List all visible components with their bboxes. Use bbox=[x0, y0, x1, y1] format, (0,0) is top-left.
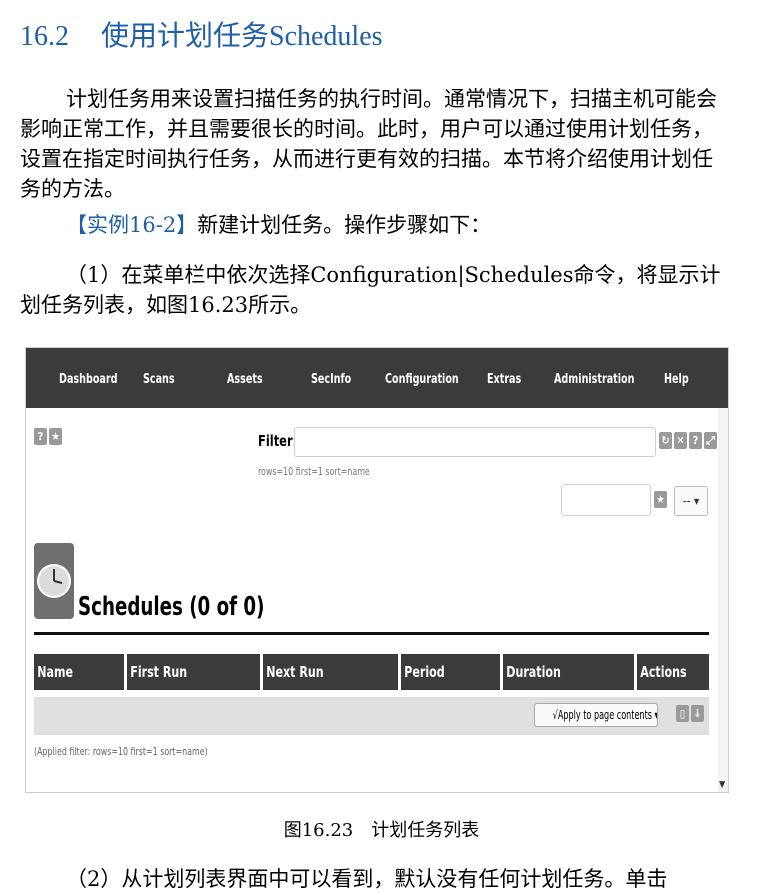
applied-filter-text: (Applied filter: rows=10 first=1 sort=na… bbox=[34, 745, 208, 758]
section-title: 使用计划任务Schedules bbox=[101, 21, 383, 52]
title-rule bbox=[34, 632, 709, 635]
scroll-down-icon[interactable]: ▼ bbox=[719, 780, 725, 790]
col-first-run[interactable]: First Run bbox=[127, 654, 260, 690]
col-duration[interactable]: Duration bbox=[503, 654, 634, 690]
intro-paragraph: 计划任务用来设置扫描任务的执行时间。通常情况下，扫描主机可能会影响正常工作，并且… bbox=[20, 87, 717, 201]
nav-help[interactable]: Help bbox=[664, 348, 689, 408]
help-icon[interactable]: ? bbox=[34, 428, 47, 445]
apply-to-page-select[interactable]: √Apply to page contents ▾ bbox=[534, 703, 658, 727]
new-star-icon[interactable]: ★ bbox=[49, 428, 62, 445]
filter-input[interactable] bbox=[294, 427, 656, 457]
schedules-screenshot: Dashboard Scans Assets SecInfo Configura… bbox=[25, 347, 729, 793]
save-filter-star-icon[interactable]: ★ bbox=[654, 491, 667, 508]
nav-administration[interactable]: Administration bbox=[554, 348, 634, 408]
example-line: 【实例16-2】新建计划任务。操作步骤如下： bbox=[20, 210, 732, 240]
figure-caption: 图16.23 计划任务列表 bbox=[283, 820, 480, 841]
edit-filter-icon[interactable]: ⤢ bbox=[704, 432, 717, 449]
step-1-paragraph: （1）在菜单栏中依次选择Configuration|Schedules命令，将显… bbox=[20, 263, 721, 317]
scrollbar[interactable]: ▼ bbox=[718, 408, 728, 792]
step-2-paragraph: （2）从计划列表界面中可以看到，默认没有任何计划任务。单击 bbox=[66, 867, 668, 891]
filter-dropdown[interactable]: -- ▾ bbox=[674, 486, 708, 516]
col-name[interactable]: Name bbox=[34, 654, 124, 690]
example-text: 新建计划任务。操作步骤如下： bbox=[197, 213, 492, 237]
filter-name-input[interactable] bbox=[561, 484, 651, 516]
schedule-clock-icon bbox=[34, 543, 74, 619]
trash-icon[interactable]: ▯ bbox=[676, 705, 689, 722]
nav-scans[interactable]: Scans bbox=[143, 348, 175, 408]
example-tag: 【实例16-2】 bbox=[66, 213, 198, 237]
filter-meta: rows=10 first=1 sort=name bbox=[258, 465, 370, 478]
col-period[interactable]: Period bbox=[401, 654, 500, 690]
section-number: 16.2 bbox=[20, 21, 69, 52]
nav-assets[interactable]: Assets bbox=[227, 348, 263, 408]
top-navbar: Dashboard Scans Assets SecInfo Configura… bbox=[26, 348, 728, 408]
table-footer-bar: √Apply to page contents ▾ ▯ ↓ bbox=[34, 697, 709, 735]
col-actions: Actions bbox=[637, 654, 709, 690]
refresh-icon[interactable]: ↻ bbox=[659, 432, 672, 449]
download-icon[interactable]: ↓ bbox=[691, 705, 704, 722]
nav-configuration[interactable]: Configuration bbox=[385, 348, 459, 408]
filter-help-icon[interactable]: ? bbox=[689, 432, 702, 449]
section-heading: 16.2 使用计划任务Schedules bbox=[20, 14, 383, 54]
filter-dropdown-value: -- bbox=[682, 494, 691, 508]
filter-label: Filter: bbox=[258, 432, 298, 450]
nav-dashboard[interactable]: Dashboard bbox=[59, 348, 118, 408]
col-next-run[interactable]: Next Run bbox=[263, 654, 398, 690]
page-title: Schedules (0 of 0) bbox=[78, 592, 265, 622]
nav-secinfo[interactable]: SecInfo bbox=[311, 348, 351, 408]
nav-extras[interactable]: Extras bbox=[487, 348, 521, 408]
clear-icon[interactable]: ✕ bbox=[674, 432, 687, 449]
